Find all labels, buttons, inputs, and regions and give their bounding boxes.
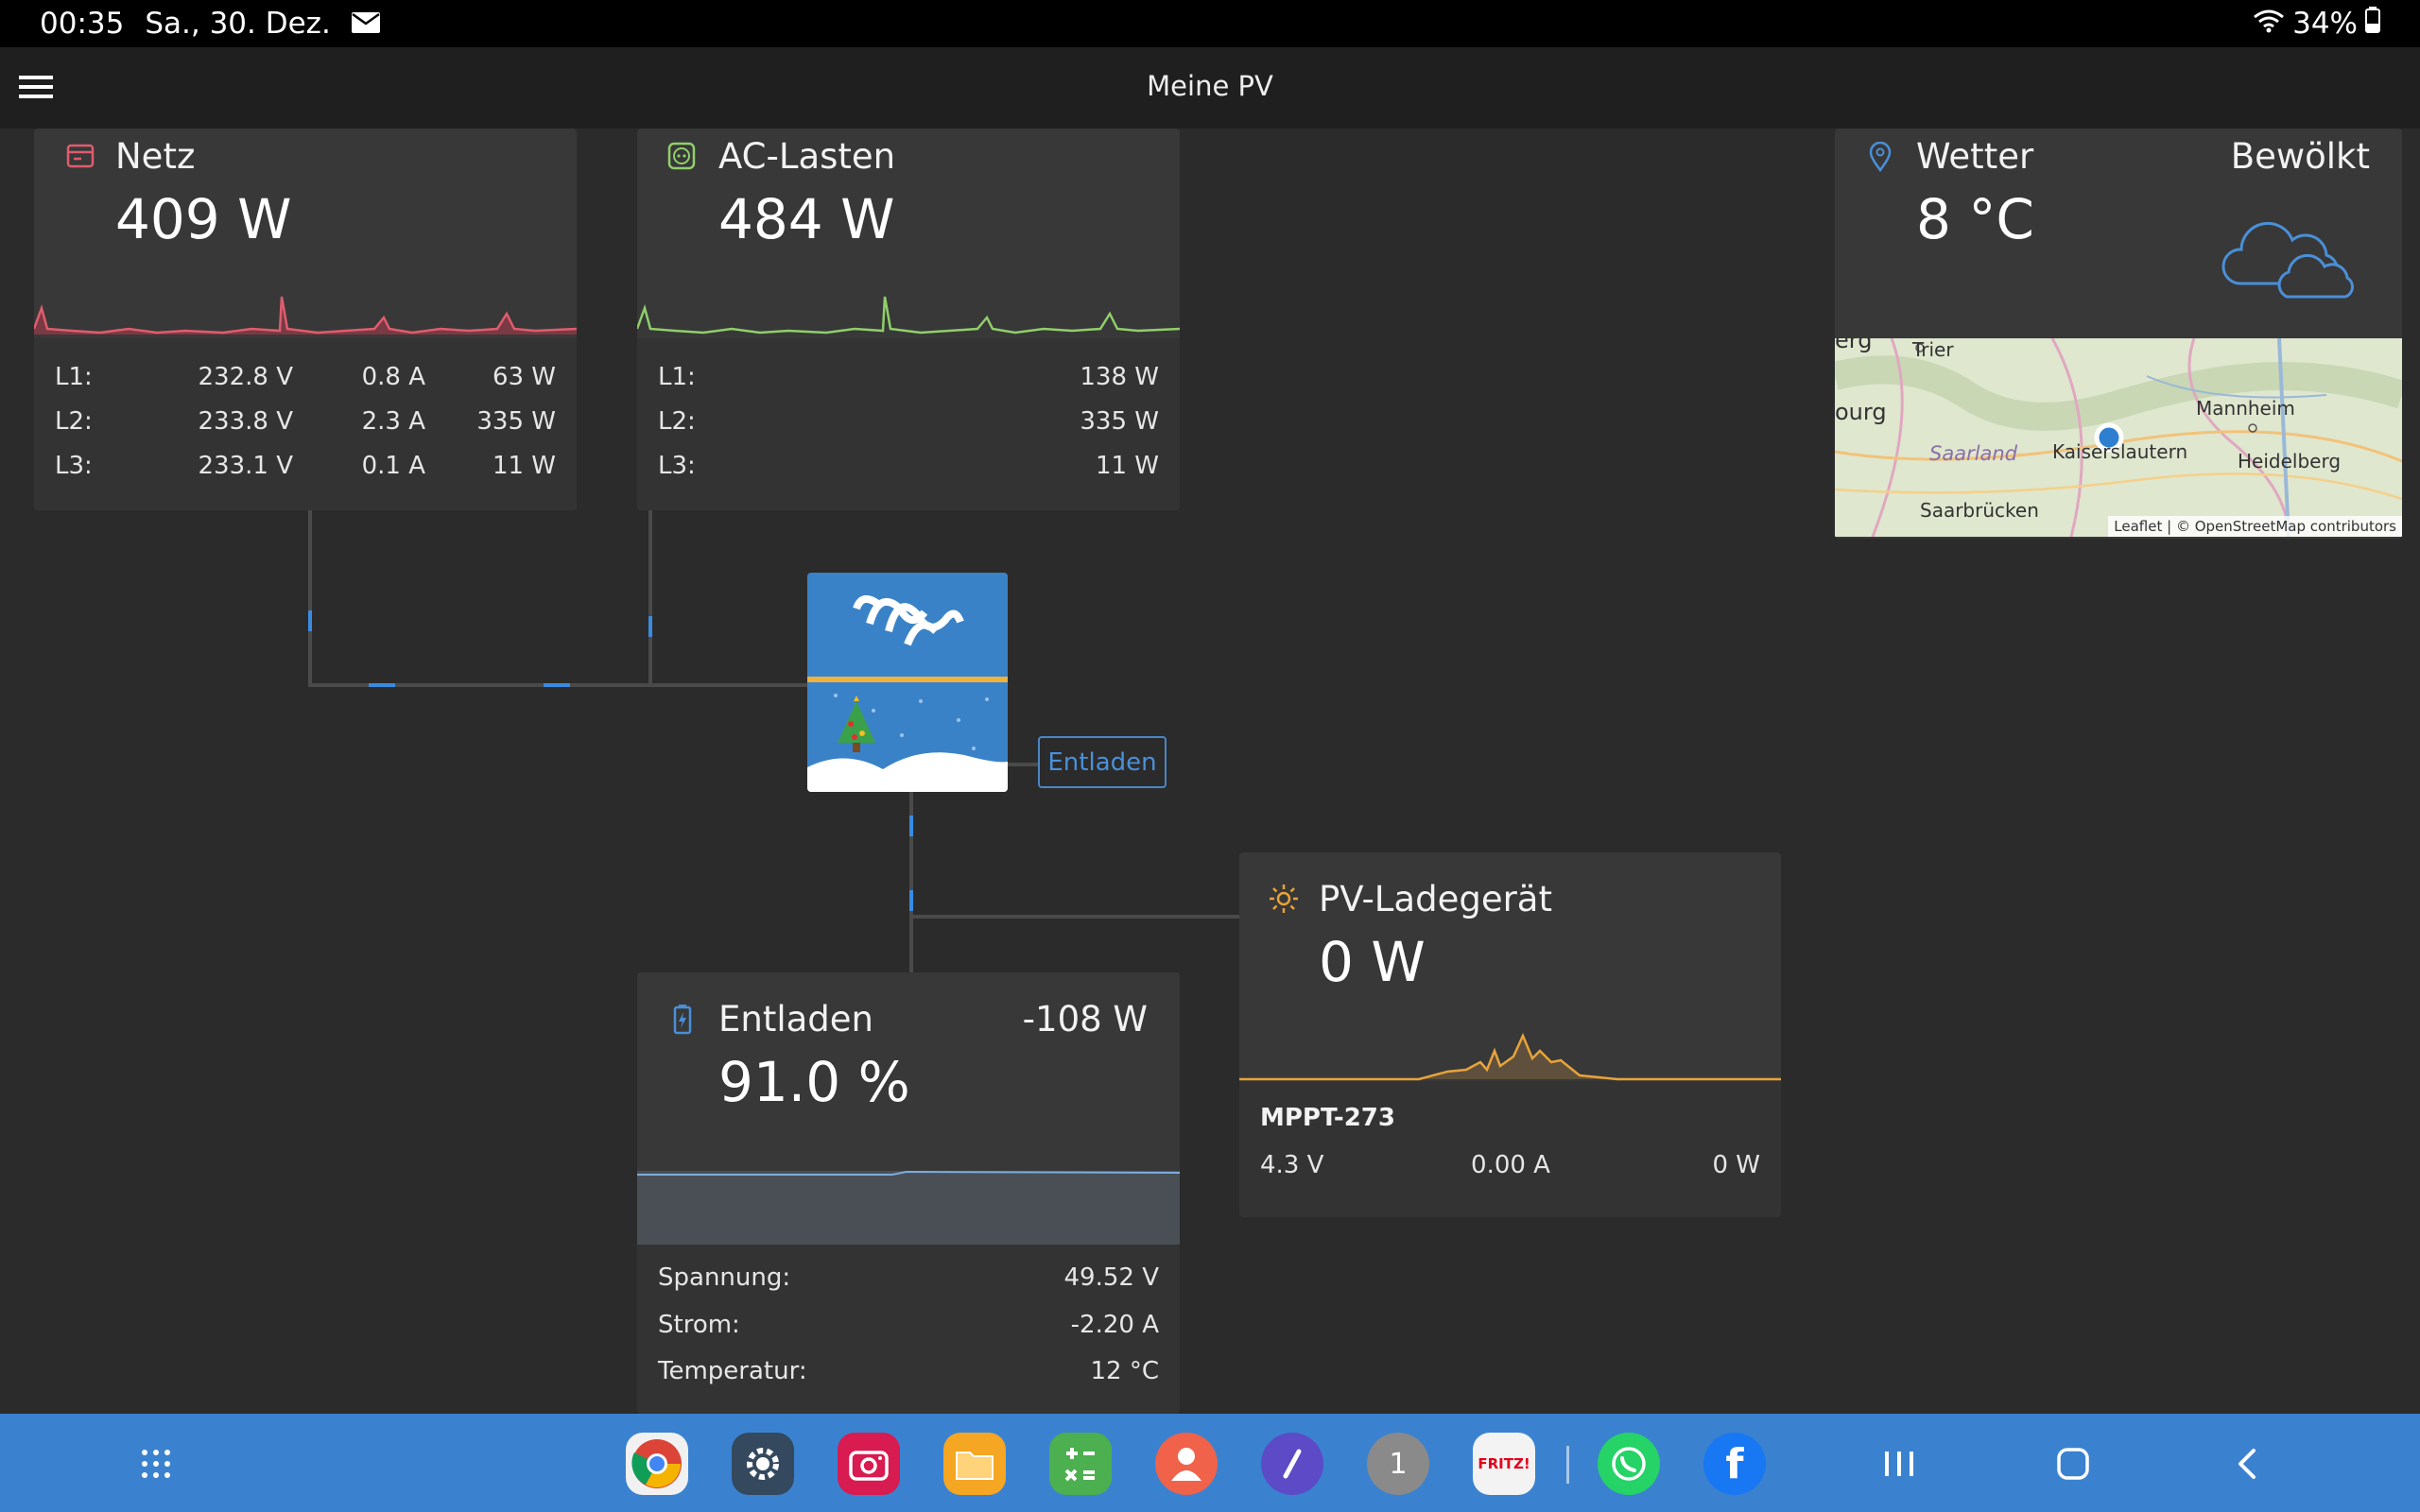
contacts-icon[interactable] — [1155, 1433, 1218, 1495]
recent-apps-icon[interactable] — [1876, 1440, 1923, 1487]
grid-power: 409 W — [115, 187, 292, 251]
weather-condition: Bewölkt — [2230, 136, 2370, 177]
map-label-kaiserslautern: Kaiserslautern — [2052, 440, 2188, 463]
sun-icon — [1268, 883, 1300, 919]
taskbar-dock: 1 FRITZ! f — [0, 1414, 2420, 1512]
page-title: Meine PV — [1147, 70, 1273, 102]
ac-loads-sparkline — [637, 296, 1180, 335]
battery-title: Entladen — [718, 999, 873, 1040]
back-icon[interactable] — [2223, 1440, 2271, 1487]
location-pin-icon — [1869, 141, 1892, 176]
grid-phase-l1-current: 0.8 A — [361, 363, 425, 391]
wifi-icon — [2253, 7, 2285, 41]
settings-icon[interactable] — [732, 1433, 794, 1495]
battery-voltage-label: Spannung: — [658, 1263, 791, 1292]
pv-charger-title: PV-Ladegerät — [1319, 879, 1552, 919]
app-bar: Meine PV — [0, 47, 2420, 129]
pv-device-name: MPPT-273 — [1260, 1104, 1395, 1132]
ac-phase-l2-label: L2: — [658, 407, 696, 436]
weather-card[interactable]: Wetter Bewölkt 8 °C Trier Mannheim Saarl… — [1835, 129, 2402, 539]
map-label-saarland: Saarland — [1929, 442, 2018, 465]
pv-current: 0.00 A — [1471, 1151, 1550, 1179]
battery-current-label: Strom: — [658, 1311, 740, 1339]
compass-icon[interactable] — [1261, 1433, 1323, 1495]
ac-loads-power: 484 W — [718, 187, 895, 251]
grid-phase-l3-voltage: 233.1 V — [198, 452, 293, 480]
chrome-badge-icon[interactable]: 1 — [1367, 1433, 1429, 1495]
pv-charger-power: 0 W — [1319, 930, 1426, 994]
map-attribution[interactable]: Leaflet | © OpenStreetMap contributors — [2108, 516, 2402, 537]
status-time: 00:35 — [40, 7, 125, 41]
status-date: Sa., 30. Dez. — [145, 7, 331, 41]
grid-phase-l2-power: 335 W — [476, 407, 556, 436]
map-label-saarbruecken: Saarbrücken — [1920, 499, 2039, 522]
pv-charger-details — [1239, 1081, 1781, 1217]
grid-phase-l1-power: 63 W — [492, 363, 556, 391]
ac-phase-l2-power: 335 W — [1080, 407, 1159, 436]
whatsapp-icon[interactable] — [1598, 1433, 1660, 1495]
pv-power-sparkline — [1239, 1032, 1781, 1081]
grid-phase-l3-power: 11 W — [492, 452, 556, 480]
battery-voltage-value: 49.52 V — [1063, 1263, 1159, 1292]
victron-logo-icon — [851, 586, 966, 665]
camera-icon[interactable] — [838, 1433, 900, 1495]
ac-phase-l3-power: 11 W — [1095, 452, 1159, 480]
grid-phase-l2-label: L2: — [55, 407, 93, 436]
files-icon[interactable] — [943, 1433, 1006, 1495]
battery-temperature-value: 12 °C — [1090, 1357, 1159, 1385]
battery-power: -108 W — [1022, 999, 1148, 1040]
pv-charger-card[interactable]: PV-Ladegerät 0 W MPPT-273 4.3 V 0.00 A 0… — [1239, 852, 1781, 1217]
grid-phase-l3-current: 0.1 A — [361, 452, 425, 480]
weather-title: Wetter — [1916, 136, 2034, 177]
map-label-luxembourg: ourg — [1835, 399, 1887, 425]
battery-percent: 34% — [2292, 7, 2358, 41]
status-bar: 00:35 Sa., 30. Dez. 34% — [0, 0, 2420, 47]
grid-power-sparkline — [34, 296, 577, 335]
chrome-icon[interactable] — [626, 1433, 688, 1495]
map-label-heidelberg: Heidelberg — [2238, 450, 2342, 472]
battery-current-value: -2.20 A — [1070, 1311, 1159, 1339]
app-drawer-icon[interactable] — [132, 1440, 180, 1487]
pv-power: 0 W — [1712, 1151, 1760, 1179]
battery-charging-icon — [673, 1005, 692, 1039]
grid-phase-l1-voltage: 232.8 V — [198, 363, 293, 391]
facebook-icon[interactable]: f — [1703, 1433, 1766, 1495]
map-label-trier: Trier — [1912, 338, 1954, 361]
inverter-status-badge: Entladen — [1038, 736, 1167, 788]
map-label-top: erg — [1835, 338, 1873, 353]
ac-phase-l1-label: L1: — [658, 363, 696, 391]
calculator-icon[interactable] — [1049, 1433, 1112, 1495]
battery-card[interactable]: Entladen -108 W 91.0 % Spannung: 49.52 V… — [637, 972, 1180, 1414]
mail-icon — [351, 7, 380, 41]
dashboard-canvas: Netz 409 W L1: 232.8 V 0.8 A 63 W L2: 23… — [0, 129, 2420, 1414]
ac-loads-card[interactable]: AC-Lasten 484 W L1: 138 W L2: 335 W L3: … — [637, 129, 1180, 510]
home-icon[interactable] — [2049, 1440, 2097, 1487]
grid-phase-l1-label: L1: — [55, 363, 93, 391]
ac-phase-l3-label: L3: — [658, 452, 696, 480]
map-label-mannheim: Mannheim — [2196, 397, 2295, 420]
fritz-label: FRITZ! — [1478, 1455, 1530, 1472]
grid-phase-l2-current: 2.3 A — [361, 407, 425, 436]
grid-title: Netz — [115, 136, 196, 177]
battery-soc: 91.0 % — [718, 1050, 910, 1114]
inverter-tile[interactable] — [807, 573, 1008, 792]
ac-loads-title: AC-Lasten — [718, 136, 896, 177]
fritz-icon[interactable]: FRITZ! — [1473, 1433, 1535, 1495]
grid-phase-l2-voltage: 233.8 V — [198, 407, 293, 436]
battery-icon — [2365, 7, 2380, 41]
pv-voltage: 4.3 V — [1260, 1151, 1324, 1179]
grid-card[interactable]: Netz 409 W L1: 232.8 V 0.8 A 63 W L2: 23… — [34, 129, 577, 510]
outlet-icon — [667, 142, 696, 174]
grid-phase-l3-label: L3: — [55, 452, 93, 480]
grid-icon — [66, 142, 95, 174]
weather-temperature: 8 °C — [1916, 187, 2034, 251]
cloud-icon — [2221, 206, 2355, 304]
battery-temperature-label: Temperatur: — [658, 1357, 807, 1385]
christmas-scene — [807, 682, 1008, 792]
dock-divider — [1566, 1446, 1569, 1484]
battery-soc-area — [637, 1170, 1180, 1245]
location-map[interactable]: Trier Mannheim Saarland Kaiserslautern H… — [1835, 338, 2402, 537]
ac-phase-l1-power: 138 W — [1080, 363, 1159, 391]
chrome-badge-count: 1 — [1389, 1447, 1408, 1481]
